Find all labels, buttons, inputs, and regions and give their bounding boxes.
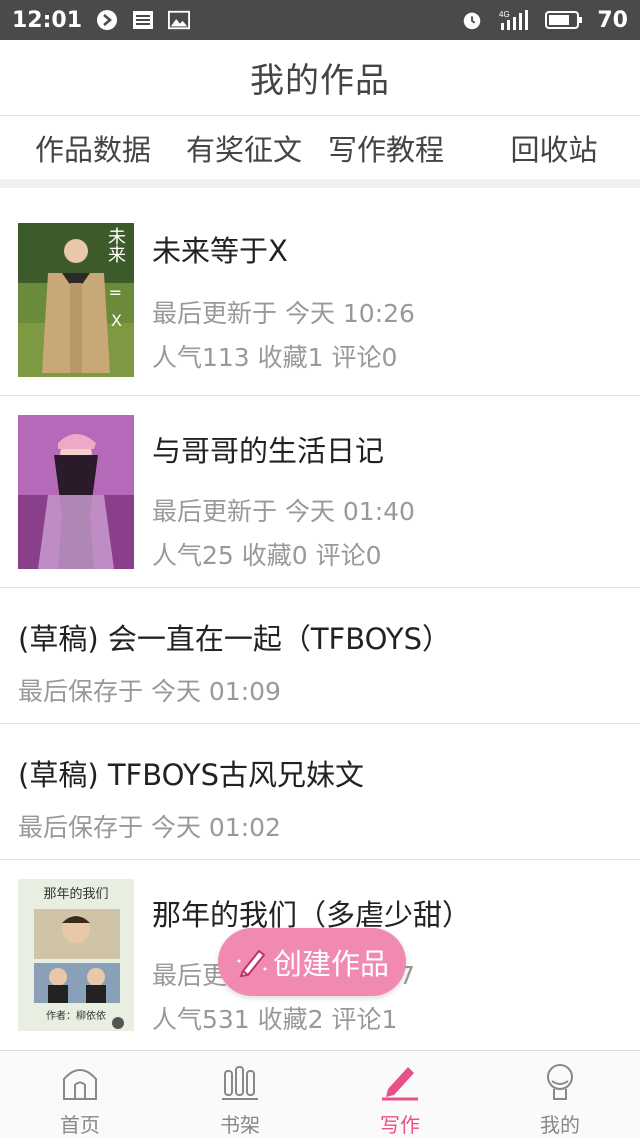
battery-icon — [545, 9, 583, 31]
cover-author-text: 作者：柳依依 — [46, 1011, 106, 1022]
home-icon — [58, 1059, 102, 1103]
pen-icon — [378, 1059, 422, 1103]
create-work-label: 创建作品 — [272, 947, 389, 981]
work-stats: 人气113 收藏1 评论0 — [152, 343, 398, 372]
nav-write[interactable]: 写作 — [320, 1051, 480, 1138]
svg-text:4G: 4G — [499, 10, 510, 19]
cover-equals-text: = — [108, 283, 122, 302]
works-list: 未来 = X 未来等于X 最后更新于 今天 10:26 人气113 收藏1 评论… — [0, 188, 640, 1052]
cover-title-text: 那年的我们 — [43, 887, 109, 902]
work-cover-image: 未来 = X — [18, 223, 134, 377]
tab-contest[interactable]: 有奖征文 — [186, 117, 304, 179]
nav-write-label: 写作 — [380, 1113, 420, 1137]
work-item[interactable]: 未来 = X 未来等于X 最后更新于 今天 10:26 人气113 收藏1 评论… — [0, 188, 640, 396]
tab-bar: 作品数据 有奖征文 写作教程 回收站 — [0, 117, 640, 179]
app-notification-icon — [96, 9, 118, 31]
work-stats: 人气25 收藏0 评论0 — [152, 541, 382, 570]
divider — [0, 179, 640, 188]
nav-bookshelf-label: 书架 — [220, 1113, 260, 1137]
work-title: 与哥哥的生活日记 — [152, 434, 385, 468]
nav-profile-label: 我的 — [540, 1113, 580, 1137]
draft-item[interactable]: (草稿) 会一直在一起（TFBOYS） 最后保存于 今天 01:09 — [0, 588, 640, 724]
signal-icon: 4G — [497, 9, 531, 31]
cover-title-text: 未来 — [105, 227, 126, 263]
bottom-nav: 首页 书架 写作 我的 — [0, 1050, 640, 1138]
create-work-button[interactable]: 创建作品 — [218, 928, 406, 996]
work-cover-image — [18, 415, 134, 569]
status-bar: 12:01 4G 70 — [0, 0, 640, 40]
nav-profile[interactable]: 我的 — [480, 1051, 640, 1138]
tab-work-data[interactable]: 作品数据 — [0, 117, 186, 179]
bookshelf-icon — [218, 1059, 262, 1103]
battery-level: 70 — [597, 7, 628, 33]
tab-recycle-bin[interactable]: 回收站 — [468, 117, 640, 179]
draft-item[interactable]: (草稿) TFBOYS古风兄妹文 最后保存于 今天 01:02 — [0, 724, 640, 860]
status-time: 12:01 — [12, 7, 83, 33]
draft-title: (草稿) TFBOYS古风兄妹文 — [18, 758, 364, 792]
draft-saved: 最后保存于 今天 01:09 — [18, 677, 281, 706]
cover-x-text: X — [111, 311, 122, 330]
tab-writing-tutorial[interactable]: 写作教程 — [304, 117, 468, 179]
title-bar: 我的作品 — [0, 40, 640, 116]
profile-icon — [538, 1059, 582, 1103]
alarm-icon — [461, 9, 483, 31]
image-notification-icon — [168, 9, 191, 31]
work-item[interactable]: 与哥哥的生活日记 最后更新于 今天 01:40 人气25 收藏0 评论0 — [0, 396, 640, 588]
nav-bookshelf[interactable]: 书架 — [160, 1051, 320, 1138]
page-title: 我的作品 — [250, 61, 390, 101]
nav-home-label: 首页 — [60, 1113, 100, 1137]
draft-saved: 最后保存于 今天 01:02 — [18, 813, 281, 842]
work-updated: 最后更新于 今天 10:26 — [152, 299, 415, 328]
pencil-icon — [235, 945, 269, 979]
nav-home[interactable]: 首页 — [0, 1051, 160, 1138]
work-title: 未来等于X — [152, 234, 288, 268]
list-notification-icon — [132, 9, 154, 31]
work-stats: 人气531 收藏2 评论1 — [152, 1005, 398, 1034]
work-cover-image: 那年的我们 作者：柳依依 — [18, 879, 134, 1031]
work-updated: 最后更新于 今天 01:40 — [152, 497, 415, 526]
draft-title: (草稿) 会一直在一起（TFBOYS） — [18, 622, 451, 656]
